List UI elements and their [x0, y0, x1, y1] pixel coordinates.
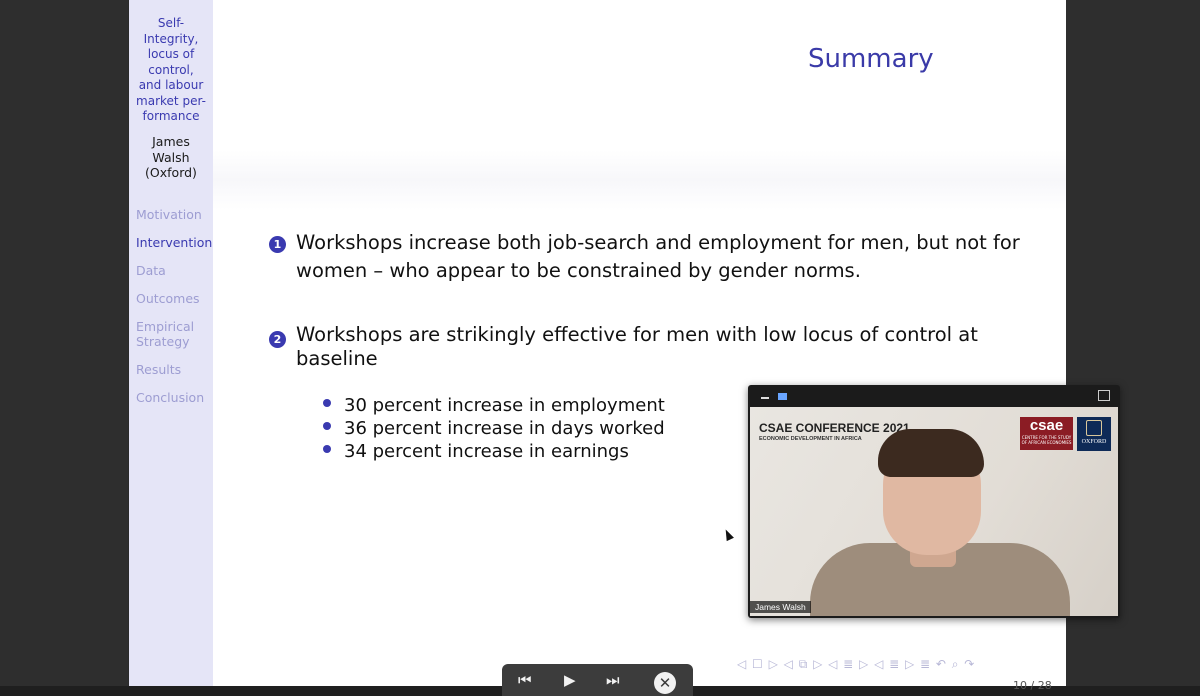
csae-logo-caption: CENTRE FOR THE STUDY OF AFRICAN ECONOMIE…	[1021, 435, 1072, 445]
item-line: women – who appear to be constrained by …	[296, 259, 861, 282]
author-line: James	[152, 134, 190, 149]
next-slide-icon[interactable]: ⏭	[606, 671, 620, 689]
csae-logo: csae CENTRE FOR THE STUDY OF AFRICAN ECO…	[1020, 417, 1073, 450]
bullet-dot	[323, 445, 331, 453]
oxford-logo: OXFORD	[1077, 417, 1111, 451]
slide-sidebar: Self- Integrity, locus of control, and l…	[129, 0, 213, 686]
item-line: baseline	[296, 347, 378, 370]
title-line: control,	[148, 62, 194, 77]
minimize-icon[interactable]	[761, 397, 769, 399]
crest-icon	[1086, 420, 1102, 436]
bullet-item: 34 percent increase in earnings	[344, 441, 629, 462]
sidebar-talk-title: Self- Integrity, locus of control, and l…	[133, 16, 209, 125]
bullet-dot	[323, 422, 331, 430]
author-line: (Oxford)	[145, 165, 197, 180]
csae-logo-word: csae	[1029, 417, 1064, 434]
sidebar-nav-motivation[interactable]: Motivation	[136, 207, 212, 222]
enumeration-number: 1	[269, 236, 286, 253]
bullet-dot	[323, 399, 331, 407]
bullet-item: 30 percent increase in employment	[344, 395, 665, 416]
conference-subtitle: ECONOMIC DEVELOPMENT IN AFRICA	[759, 436, 862, 442]
page-number: 10 / 28	[1013, 679, 1052, 692]
enumeration-item-1: Workshops increase both job-search and e…	[296, 229, 1020, 285]
presentation-controls: ⏮ ▶ ⏭ ✕	[502, 664, 693, 696]
sidebar-nav-intervention[interactable]: Intervention	[136, 235, 212, 250]
title-line: Integrity,	[143, 31, 199, 46]
title-line: market per-	[136, 93, 206, 108]
play-icon[interactable]: ▶	[564, 671, 576, 689]
sidebar-nav-results[interactable]: Results	[136, 362, 212, 377]
view-toggle-icon[interactable]	[778, 393, 787, 400]
enumeration-item-2: Workshops are strikingly effective for m…	[296, 323, 978, 371]
headline-shade	[213, 150, 1066, 210]
expand-icon[interactable]	[1098, 390, 1110, 401]
item-line: Workshops are strikingly effective for m…	[296, 323, 978, 346]
background-left	[0, 0, 128, 696]
author-line: Walsh	[152, 149, 190, 165]
sidebar-author: James Walsh (Oxford)	[133, 134, 209, 181]
title-line: Self-	[157, 16, 185, 30]
speaker-video: CSAE CONFERENCE 2021 ECONOMIC DEVELOPMEN…	[750, 407, 1118, 616]
beamer-navigation-icons[interactable]: ◁ ☐ ▷ ◁ ⧉ ▷ ◁ ≣ ▷ ◁ ≣ ▷ ≣ ↶ ⌕ ↷	[737, 657, 975, 672]
sidebar-nav-conclusion[interactable]: Conclusion	[136, 390, 212, 405]
speaker-hair	[878, 429, 984, 477]
sidebar-nav-strategy[interactable]: Strategy	[136, 334, 212, 349]
video-titlebar[interactable]	[748, 385, 1120, 407]
close-icon[interactable]: ✕	[654, 672, 676, 694]
sidebar-nav-outcomes[interactable]: Outcomes	[136, 291, 212, 306]
oxford-logo-word: OXFORD	[1081, 439, 1107, 445]
title-line: locus of	[147, 47, 195, 61]
previous-slide-icon[interactable]: ⏮	[518, 671, 532, 689]
enumeration-number: 2	[269, 331, 286, 348]
video-window[interactable]: CSAE CONFERENCE 2021 ECONOMIC DEVELOPMEN…	[748, 385, 1120, 618]
item-line: Workshops increase both job-search and e…	[296, 231, 1020, 254]
speaker-name-tag: James Walsh	[750, 601, 811, 613]
bullet-item: 36 percent increase in days worked	[344, 418, 665, 439]
conference-title: CSAE CONFERENCE 2021	[759, 421, 910, 435]
title-line: and labour	[138, 78, 204, 92]
sidebar-nav-data[interactable]: Data	[136, 263, 212, 278]
title-line: formance	[142, 109, 200, 123]
slide-title: Summary	[808, 44, 934, 74]
sidebar-nav-empirical[interactable]: Empirical	[136, 319, 212, 334]
